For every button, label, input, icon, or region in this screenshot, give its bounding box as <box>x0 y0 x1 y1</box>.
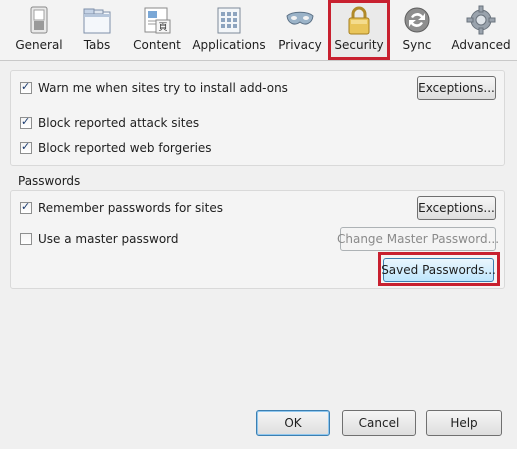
passwords-exceptions-button[interactable]: Exceptions... <box>417 196 496 220</box>
warn-addons-checkbox[interactable] <box>20 80 32 94</box>
tab-security-label: Security <box>334 38 384 52</box>
tab-content-label: Content <box>133 38 181 52</box>
master-password-option[interactable]: Use a master password <box>20 231 179 247</box>
block-forgery-option[interactable]: Block reported web forgeries <box>20 140 212 156</box>
warn-addons-option[interactable]: Warn me when sites try to install add-on… <box>20 80 288 96</box>
addons-exceptions-button[interactable]: Exceptions... <box>417 76 496 100</box>
block-attack-checkbox[interactable] <box>20 115 32 129</box>
padlock-icon <box>348 6 370 35</box>
tab-privacy[interactable]: Privacy <box>276 0 324 60</box>
tab-tabs-label: Tabs <box>83 38 111 52</box>
saved-passwords-button[interactable]: Saved Passwords... <box>381 258 496 282</box>
tab-tabs[interactable]: Tabs <box>73 0 121 60</box>
warn-addons-label: Warn me when sites try to install add-on… <box>38 81 288 95</box>
master-password-checkbox[interactable] <box>20 233 32 245</box>
remember-passwords-label: Remember passwords for sites <box>38 201 223 215</box>
remember-passwords-option[interactable]: Remember passwords for sites <box>20 200 223 216</box>
content-page-icon: 頁 <box>144 7 171 34</box>
tab-advanced[interactable]: Advanced <box>448 0 514 60</box>
mask-icon <box>286 11 314 25</box>
block-attack-option[interactable]: Block reported attack sites <box>20 115 199 131</box>
master-password-label: Use a master password <box>38 232 179 246</box>
applications-icon <box>217 7 241 34</box>
change-master-password-button[interactable]: Change Master Password... <box>337 227 499 251</box>
tab-sync-label: Sync <box>402 38 432 52</box>
block-forgery-checkbox[interactable] <box>20 140 32 154</box>
preferences-toolbar: General Tabs 頁 Content Applications Priv… <box>0 0 517 61</box>
tab-advanced-label: Advanced <box>451 38 511 52</box>
cancel-button[interactable]: Cancel <box>342 410 416 436</box>
help-button[interactable]: Help <box>426 410 502 436</box>
switch-icon <box>30 6 48 34</box>
svg-text:頁: 頁 <box>158 22 167 33</box>
tabs-window-icon <box>83 8 111 34</box>
ok-button[interactable]: OK <box>256 410 330 436</box>
sync-icon <box>404 7 430 33</box>
block-forgery-label: Block reported web forgeries <box>38 141 212 155</box>
tab-applications-label: Applications <box>192 38 266 52</box>
tab-content[interactable]: 頁 Content <box>127 0 187 60</box>
tab-applications[interactable]: Applications <box>192 0 266 60</box>
remember-passwords-checkbox[interactable] <box>20 200 32 214</box>
tab-privacy-label: Privacy <box>278 38 322 52</box>
passwords-group-title: Passwords <box>18 174 81 188</box>
tab-general[interactable]: General <box>5 0 73 60</box>
block-attack-label: Block reported attack sites <box>38 116 200 130</box>
tab-general-label: General <box>15 38 63 52</box>
gear-icon <box>466 5 496 35</box>
tab-security[interactable]: Security <box>330 0 388 60</box>
tab-sync[interactable]: Sync <box>392 0 442 60</box>
